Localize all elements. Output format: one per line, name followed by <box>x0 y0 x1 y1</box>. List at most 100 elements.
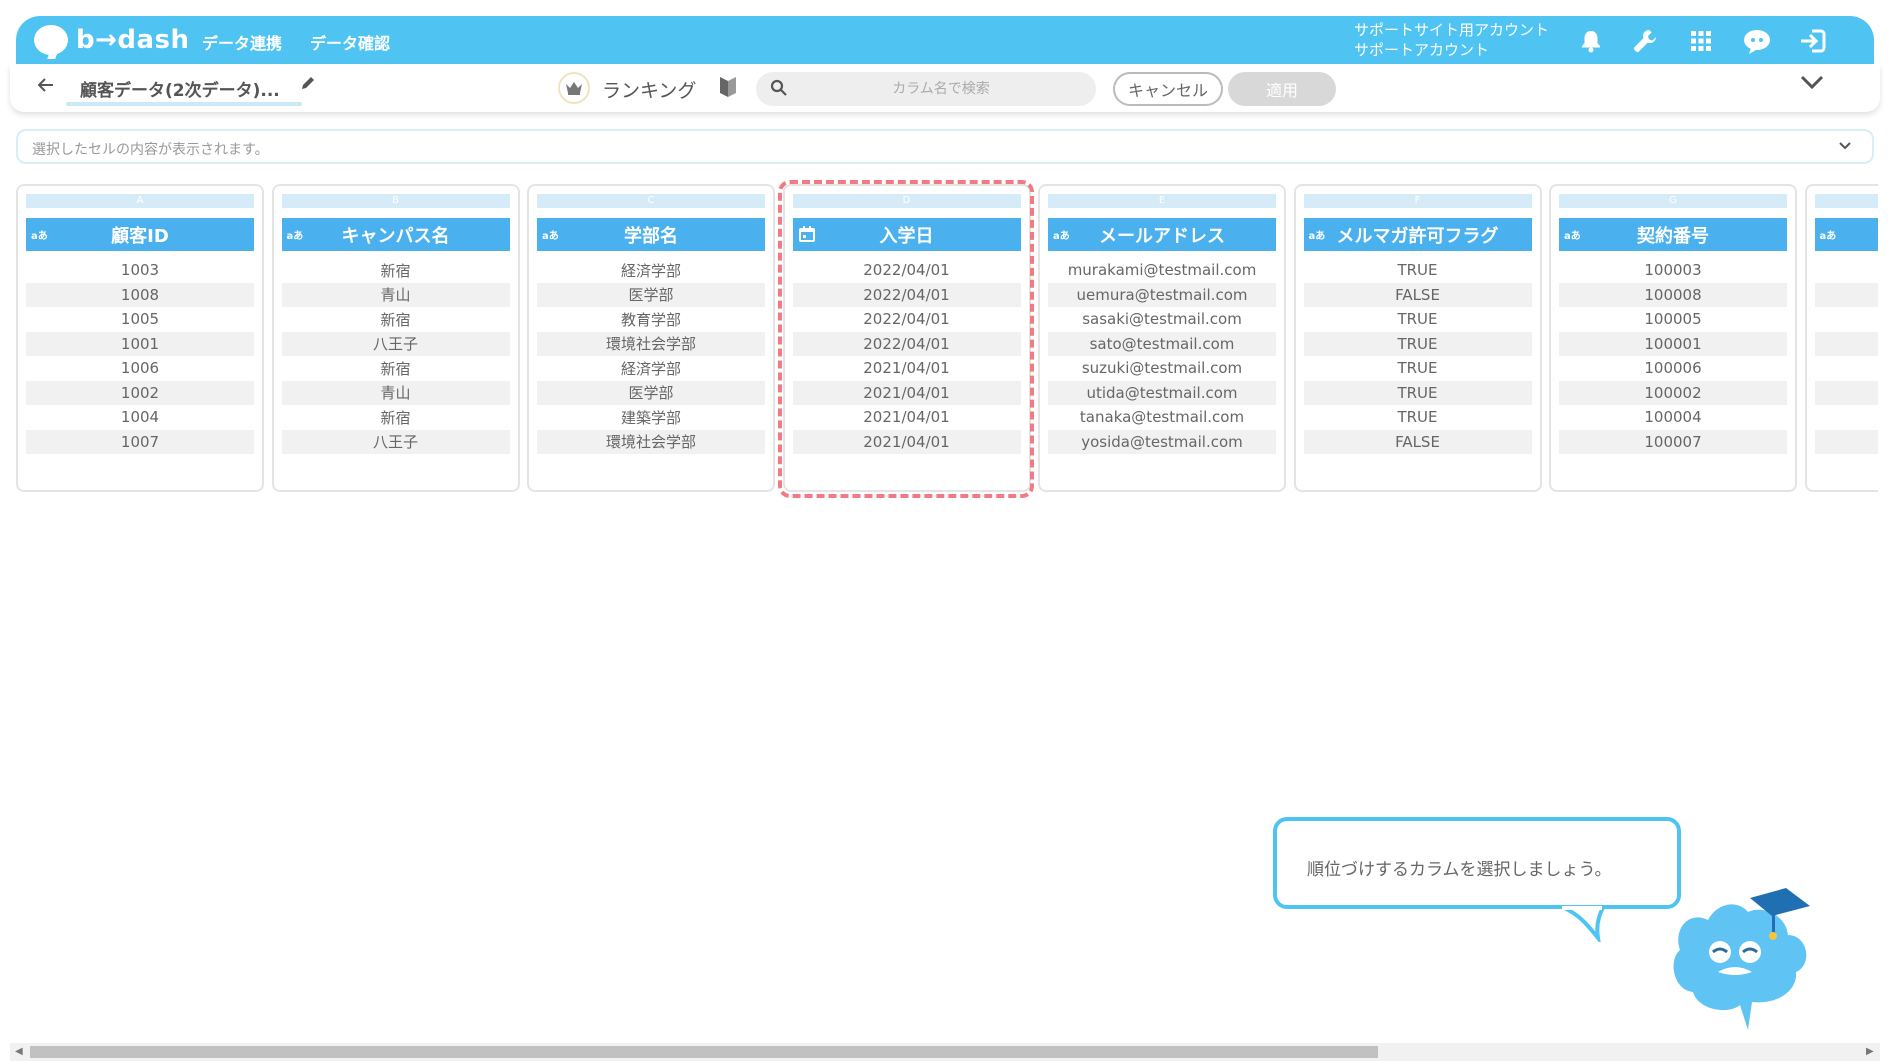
grid-cell[interactable] <box>1814 380 1878 405</box>
grid-cell[interactable]: 医学部 <box>537 380 765 405</box>
pencil-edit-icon[interactable] <box>300 75 316 96</box>
grid-cell[interactable]: 100005 <box>1559 307 1787 331</box>
grid-column[interactable]: Faあ メルマガ許可フラグ TRUE FALSE TRUE TRUE TRUE TRUE TRU… <box>1293 184 1542 492</box>
grid-cell[interactable]: FALSE <box>1303 282 1532 307</box>
grid-cell[interactable]: TRUE <box>1304 258 1532 282</box>
apply-button[interactable]: 適用 <box>1228 72 1336 106</box>
search-icon <box>770 79 788 101</box>
chat-bot-icon[interactable] <box>1742 26 1772 56</box>
grid-cell[interactable]: utida@testmail.com <box>1048 380 1276 405</box>
grid-column[interactable]: Caあ 学部名 経済学部 医学部 教育学部 環境社会学部 経済学部 医学部 建築学部 環境社会学部 <box>527 184 775 492</box>
grid-cell[interactable]: 1005 <box>26 307 254 331</box>
grid-cell[interactable] <box>1814 429 1878 454</box>
grid-cell[interactable]: suzuki@testmail.com <box>1048 356 1276 380</box>
chevron-down-icon[interactable] <box>1800 74 1824 94</box>
grid-cell[interactable]: 新宿 <box>282 307 510 331</box>
grid-cell[interactable]: sasaki@testmail.com <box>1048 307 1276 331</box>
column-letter: B <box>281 194 510 208</box>
scroll-right-arrow-icon[interactable]: ▶ <box>1866 1046 1874 1057</box>
grid-cell[interactable]: TRUE <box>1304 405 1532 429</box>
grid-cell[interactable]: 医学部 <box>537 282 765 307</box>
text-type-icon: aあ <box>1308 231 1326 242</box>
grid-cell[interactable]: 100002 <box>1559 380 1787 405</box>
horizontal-scrollbar[interactable]: ◀ ▶ <box>10 1043 1880 1061</box>
grid-column[interactable]: aあ <box>1804 184 1879 492</box>
grid-cell[interactable]: sato@testmail.com <box>1048 331 1276 356</box>
grid-cell[interactable] <box>1814 331 1878 356</box>
beginner-mark-icon[interactable] <box>718 75 738 103</box>
grid-cell[interactable]: 青山 <box>281 380 510 405</box>
grid-cell[interactable]: TRUE <box>1303 331 1532 356</box>
column-header[interactable]: aあ 顧客ID <box>26 218 254 251</box>
cell-content-bar[interactable]: 選択したセルの内容が表示されます。 <box>16 129 1874 164</box>
grid-column[interactable]: Baあ キャンパス名 新宿 青山 新宿 八王子 新宿 青山 新宿 八王子 <box>271 184 520 492</box>
grid-cell[interactable]: TRUE <box>1303 380 1532 405</box>
grid-cell[interactable]: 環境社会学部 <box>537 331 765 356</box>
grid-column[interactable]: Gaあ 契約番号 100003 100008 100005 100001 100006 100… <box>1549 184 1797 492</box>
bell-icon[interactable] <box>1576 26 1606 56</box>
cancel-button[interactable]: キャンセル <box>1113 72 1223 106</box>
apps-grid-icon[interactable] <box>1686 26 1716 56</box>
column-header[interactable]: aあ <box>1814 218 1878 251</box>
chevron-down-icon[interactable] <box>1838 138 1852 157</box>
grid-cell[interactable]: 経済学部 <box>537 356 765 380</box>
column-header[interactable]: aあ キャンパス名 <box>281 218 510 251</box>
column-letter: E <box>1048 194 1276 208</box>
grid-column[interactable]: Aaあ 顧客ID 1003 1008 1005 1001 1006 1002 1004 1007 <box>16 184 264 492</box>
grid-cell[interactable]: uemura@testmail.com <box>1048 282 1276 307</box>
grid-cell[interactable]: 八王子 <box>281 429 510 454</box>
grid-cell[interactable]: 教育学部 <box>537 307 765 331</box>
grid-cell[interactable]: 100001 <box>1559 331 1787 356</box>
grid-cell[interactable]: 新宿 <box>282 356 510 380</box>
logout-icon[interactable] <box>1798 26 1828 56</box>
column-header[interactable]: aあ 学部名 <box>537 218 765 251</box>
grid-cell[interactable] <box>1815 356 1879 380</box>
nav-data-check[interactable]: データ確認 <box>310 30 390 54</box>
nav-data-integration[interactable]: データ連携 <box>202 30 282 54</box>
column-header[interactable]: aあ メールアドレス <box>1048 218 1276 251</box>
wrench-icon[interactable] <box>1630 26 1660 56</box>
grid-column[interactable]: Eaあ メールアドレス murakami@testmail.com uemura@te… <box>1038 184 1286 492</box>
grid-cell[interactable]: 新宿 <box>282 258 510 282</box>
grid-cell[interactable]: 1007 <box>26 429 254 454</box>
grid-cell[interactable] <box>1814 282 1878 307</box>
grid-cell[interactable]: TRUE <box>1304 307 1532 331</box>
grid-cell[interactable]: 100004 <box>1559 405 1787 429</box>
grid-cell[interactable]: 経済学部 <box>537 258 765 282</box>
dataset-title[interactable]: 顧客データ(2次データ)... <box>80 76 280 101</box>
search-input[interactable] <box>796 72 1086 106</box>
grid-cell[interactable] <box>1815 258 1879 282</box>
column-letter: C <box>537 194 765 208</box>
grid-cell[interactable]: 新宿 <box>282 405 510 429</box>
grid-cell[interactable]: 100007 <box>1559 429 1787 454</box>
grid-cell[interactable]: 100008 <box>1559 282 1787 307</box>
grid-cell[interactable]: 環境社会学部 <box>537 429 765 454</box>
scrollbar-thumb[interactable] <box>30 1046 1378 1058</box>
column-name: 顧客ID <box>111 225 169 247</box>
grid-cell[interactable]: 青山 <box>281 282 510 307</box>
grid-cell[interactable]: murakami@testmail.com <box>1048 258 1276 282</box>
grid-cell[interactable]: 1006 <box>26 356 254 380</box>
grid-cell[interactable]: tanaka@testmail.com <box>1048 405 1276 429</box>
grid-cell[interactable]: 1008 <box>26 282 254 307</box>
column-header[interactable]: aあ メルマガ許可フラグ <box>1303 218 1532 251</box>
grid-cell[interactable]: yosida@testmail.com <box>1048 429 1276 454</box>
grid-cell[interactable]: 1002 <box>26 380 254 405</box>
back-arrow-icon[interactable] <box>37 76 54 97</box>
grid-cell[interactable] <box>1815 405 1879 429</box>
grid-cell[interactable]: 1004 <box>26 405 254 429</box>
grid-cell[interactable]: FALSE <box>1303 429 1532 454</box>
column-header[interactable]: aあ 契約番号 <box>1559 218 1787 251</box>
column-name: 学部名 <box>624 225 678 247</box>
grid-cell[interactable]: 八王子 <box>281 331 510 356</box>
grid-cell[interactable]: TRUE <box>1304 356 1532 380</box>
grid-cell[interactable]: 建築学部 <box>537 405 765 429</box>
account-info[interactable]: サポートサイト用アカウント サポートアカウント <box>1354 20 1549 60</box>
scroll-left-arrow-icon[interactable]: ◀ <box>15 1046 23 1057</box>
grid-cell[interactable]: 1003 <box>26 258 254 282</box>
b-dash-logo[interactable]: b→dash <box>34 23 190 57</box>
grid-cell[interactable]: 1001 <box>26 331 254 356</box>
grid-cell[interactable] <box>1815 307 1879 331</box>
grid-cell[interactable]: 100006 <box>1559 356 1787 380</box>
grid-cell[interactable]: 100003 <box>1559 258 1787 282</box>
